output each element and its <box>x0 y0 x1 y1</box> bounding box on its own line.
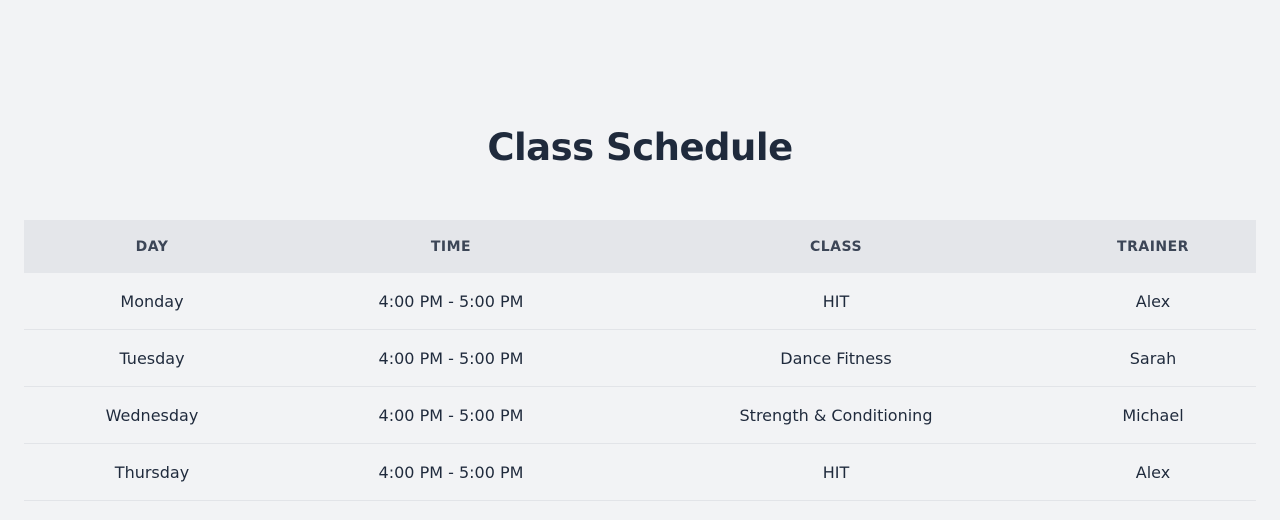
cell-time: 4:00 PM - 5:00 PM <box>280 329 622 387</box>
table-row: Wednesday 4:00 PM - 5:00 PM Strength & C… <box>24 386 1256 444</box>
cell-class: Strength & Conditioning <box>622 386 1050 444</box>
schedule-table: DAY TIME CLASS TRAINER Monday 4:00 PM - … <box>24 220 1256 501</box>
header-trainer: TRAINER <box>1050 220 1256 273</box>
cell-trainer: Alex <box>1050 273 1256 330</box>
table-row: Tuesday 4:00 PM - 5:00 PM Dance Fitness … <box>24 329 1256 387</box>
table-row: Thursday 4:00 PM - 5:00 PM HIT Alex <box>24 443 1256 501</box>
header-time: TIME <box>280 220 622 273</box>
cell-trainer: Michael <box>1050 386 1256 444</box>
cell-class: HIT <box>622 273 1050 330</box>
table-row: Monday 4:00 PM - 5:00 PM HIT Alex <box>24 273 1256 330</box>
cell-day: Wednesday <box>24 386 280 444</box>
cell-trainer: Alex <box>1050 443 1256 501</box>
cell-time: 4:00 PM - 5:00 PM <box>280 443 622 501</box>
cell-day: Thursday <box>24 443 280 501</box>
header-day: DAY <box>24 220 280 273</box>
cell-trainer: Sarah <box>1050 329 1256 387</box>
cell-class: Dance Fitness <box>622 329 1050 387</box>
cell-day: Tuesday <box>24 329 280 387</box>
page-title: Class Schedule <box>487 126 793 169</box>
cell-time: 4:00 PM - 5:00 PM <box>280 386 622 444</box>
header-class: CLASS <box>622 220 1050 273</box>
cell-time: 4:00 PM - 5:00 PM <box>280 273 622 330</box>
header-row: DAY TIME CLASS TRAINER <box>24 220 1256 273</box>
cell-class: HIT <box>622 443 1050 501</box>
table-body: Monday 4:00 PM - 5:00 PM HIT Alex Tuesda… <box>24 273 1256 501</box>
class-schedule-page: Class Schedule DAY TIME CLASS TRAINER Mo… <box>0 0 1280 520</box>
cell-day: Monday <box>24 273 280 330</box>
table-header: DAY TIME CLASS TRAINER <box>24 220 1256 273</box>
